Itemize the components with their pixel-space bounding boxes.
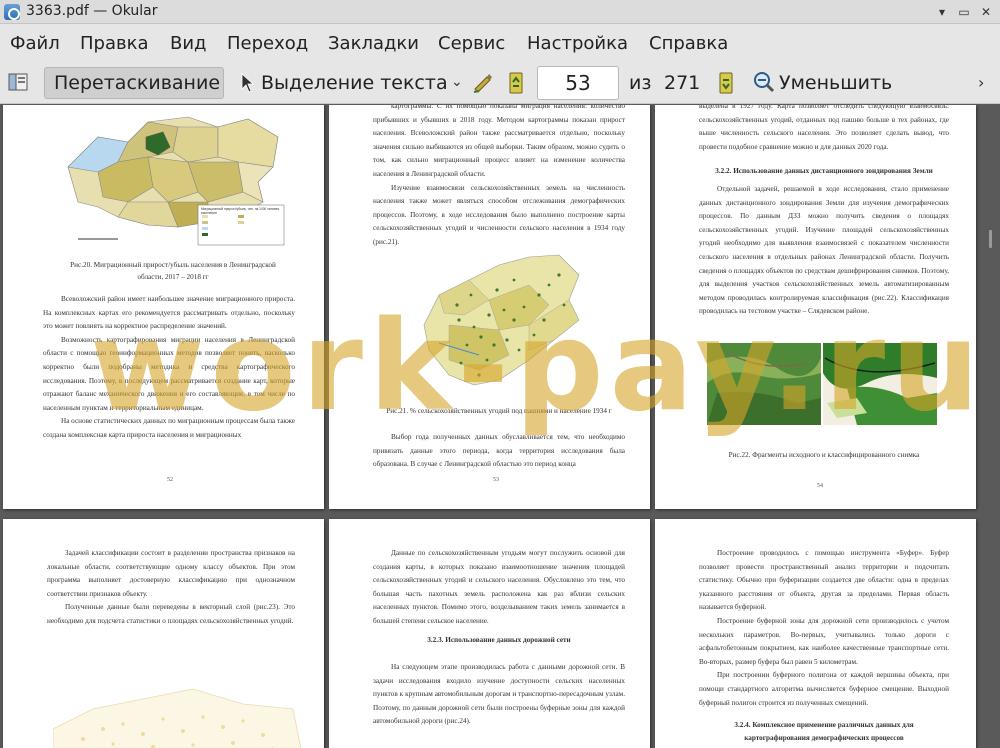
minimize-icon[interactable]: ▾ xyxy=(932,2,952,22)
menu-settings[interactable]: Настройка xyxy=(527,33,628,54)
page-53: картограммы. С их помощью показана мигра… xyxy=(329,105,650,509)
paragraph: Полученные данные были переведены в вект… xyxy=(47,603,295,625)
section-heading: 3.2.2. Использование данных дистанционно… xyxy=(715,167,933,175)
menu-bookmarks[interactable]: Закладки xyxy=(328,33,419,54)
paragraph: Изучение взаимосвязи сельскохозяйственны… xyxy=(373,183,625,246)
zoom-out-button[interactable]: Уменьшить xyxy=(779,72,892,94)
menu-tools[interactable]: Сервис xyxy=(438,33,505,54)
page-57: Построение проводилось с помощью инструм… xyxy=(655,519,976,748)
paragraph: Возможность картографирования миграции н… xyxy=(43,335,295,412)
figure-caption: Рис.21. % сельскохозяйственных угодий по… xyxy=(386,407,612,415)
paragraph: Данные по сельскохозяйственным угодьям м… xyxy=(373,549,625,625)
paragraph: Построение буферной зоны для дорожной се… xyxy=(699,616,949,666)
paragraph: На основе статистических данных по мигра… xyxy=(43,417,295,439)
migration-map-figure: Миграционный прирост/убыль, чел. на 1000… xyxy=(58,107,288,249)
page-54: выделена в 1927 году. Карта позволяет от… xyxy=(655,105,976,509)
menu-go[interactable]: Переход xyxy=(227,33,308,54)
restore-icon[interactable]: ▭ xyxy=(954,2,974,22)
previous-page-icon[interactable] xyxy=(509,71,523,95)
next-page-icon[interactable] xyxy=(719,71,733,95)
title-bar: 3363.pdf — Okular ▾ ▭ ✕ xyxy=(0,0,1000,24)
section-heading: 3.2.4. Комплексное применение различных … xyxy=(734,721,914,742)
okular-app-icon xyxy=(4,4,20,20)
paragraph: Выбор года полученных данных обуславлива… xyxy=(373,433,625,469)
chevron-down-icon[interactable]: ⌄ xyxy=(451,74,463,90)
menu-edit[interactable]: Правка xyxy=(80,33,149,54)
page-number: 53 xyxy=(493,477,499,483)
paragraph: Отдельной задачей, решаемой в ходе иссле… xyxy=(699,185,949,316)
sidebar-panel-icon[interactable] xyxy=(8,73,28,91)
menu-view[interactable]: Вид xyxy=(170,33,207,54)
page-52: Миграционный прирост/убыль, чел. на 1000… xyxy=(3,105,324,509)
map-legend-title: Миграционный прирост/убыль, чел. на 1000… xyxy=(201,207,279,215)
close-icon[interactable]: ✕ xyxy=(976,2,996,22)
menu-help[interactable]: Справка xyxy=(649,33,728,54)
paragraph: Всеволожский район имеет наибольшее знач… xyxy=(43,295,295,331)
paragraph: Построение проводилось с помощью инструм… xyxy=(699,549,949,612)
menu-file[interactable]: Файл xyxy=(10,33,60,54)
paragraph: Задачей классификации состоит в разделен… xyxy=(47,549,295,598)
figure-caption: Рис.20. Миграционный прирост/убыль насел… xyxy=(70,261,276,281)
agriculture-map-figure xyxy=(419,245,589,395)
satellite-images-figure xyxy=(707,343,937,425)
cursor-select-icon xyxy=(240,73,256,93)
paragraph: При построении буферного полигона от каж… xyxy=(699,671,949,707)
annotate-icon[interactable] xyxy=(472,71,494,93)
window-title: 3363.pdf — Okular xyxy=(26,3,158,19)
vector-layer-figure xyxy=(52,669,303,748)
vertical-scrollbar[interactable] xyxy=(986,105,1000,748)
page-number-input[interactable]: 53 xyxy=(537,66,619,100)
drag-mode-label: Перетаскивание xyxy=(54,72,221,94)
page-56: Данные по сельскохозяйственным угодьям м… xyxy=(329,519,650,748)
toolbar: Перетаскивание Выделение текста ⌄ 53 из … xyxy=(0,62,1000,104)
paragraph: На следующем этапе производилась работа … xyxy=(373,663,625,726)
page-55: Задачей классификации состоит в разделен… xyxy=(3,519,324,748)
zoom-out-icon xyxy=(753,71,775,93)
page-number: 52 xyxy=(167,477,173,483)
figure-caption: Рис.22. Фрагменты исходного и классифици… xyxy=(728,451,920,459)
page-of-label: из xyxy=(629,72,652,94)
page-number: 54 xyxy=(817,483,823,489)
menu-bar: Файл Правка Вид Переход Закладки Сервис … xyxy=(0,24,1000,62)
scrollbar-thumb[interactable] xyxy=(989,230,992,248)
document-view[interactable]: Миграционный прирост/убыль, чел. на 1000… xyxy=(0,105,1000,748)
paragraph: картограммы. С их помощью показана мигра… xyxy=(373,105,625,178)
paragraph: выделена в 1927 году. Карта позволяет от… xyxy=(699,105,949,151)
text-select-button[interactable]: Выделение текста xyxy=(261,72,448,94)
page-total-label: 271 xyxy=(664,72,701,94)
section-heading: 3.2.3. Использование данных дорожной сет… xyxy=(427,636,571,644)
toolbar-overflow-icon[interactable]: › xyxy=(978,73,984,92)
